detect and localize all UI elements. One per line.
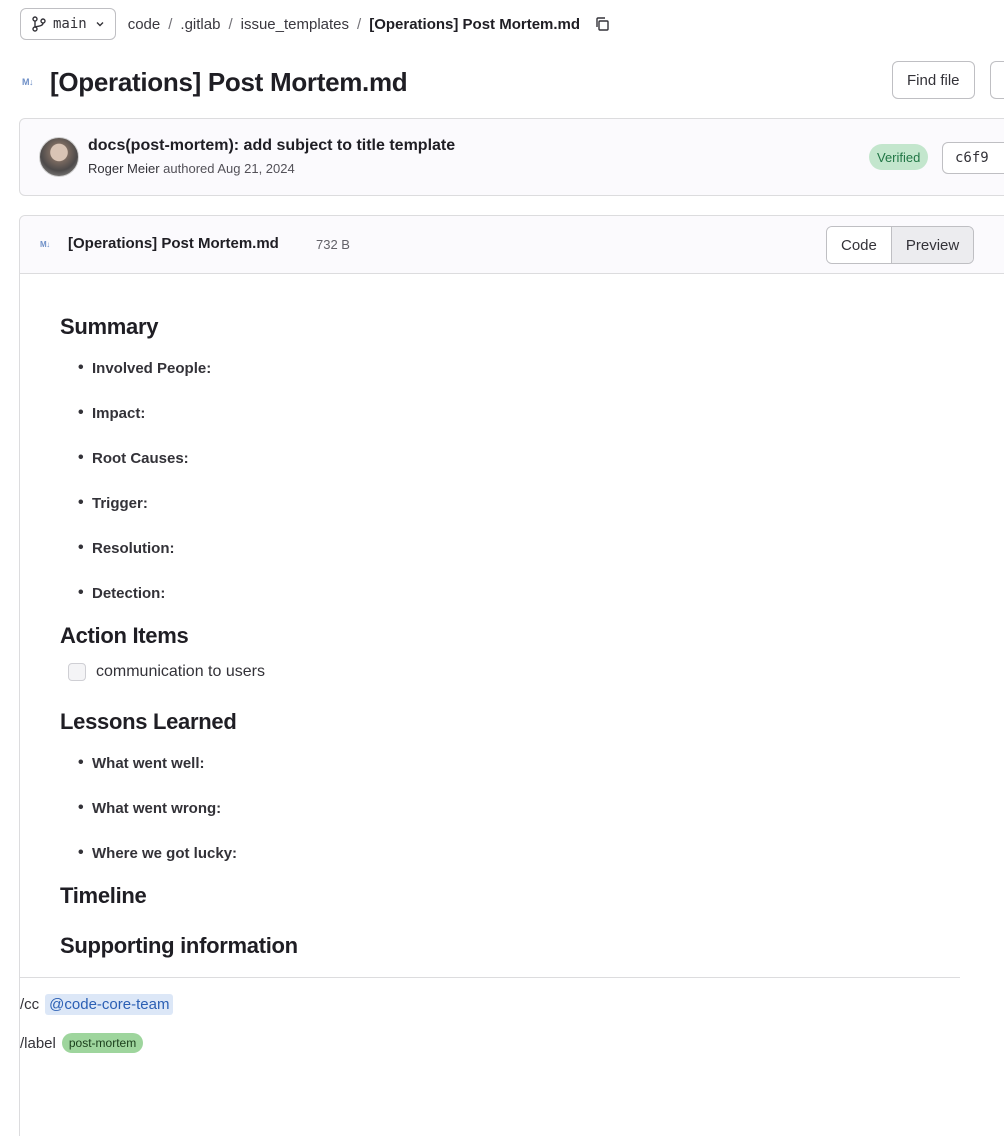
copy-icon[interactable]	[594, 16, 610, 32]
list-item: What went wrong:	[60, 799, 1004, 845]
heading-action-items: Action Items	[60, 623, 189, 648]
file-name: [Operations] Post Mortem.md	[68, 235, 279, 252]
markdown-icon: M↓	[22, 77, 34, 87]
breadcrumb-bar: main code / .gitlab / issue_templates / …	[20, 8, 610, 40]
label-command: /label post-mortem	[20, 1033, 1004, 1053]
breadcrumb-link-gitlab[interactable]: .gitlab	[180, 16, 220, 33]
avatar[interactable]	[39, 137, 79, 177]
chevron-down-icon	[95, 19, 105, 29]
heading-lessons-learned: Lessons Learned	[60, 709, 237, 734]
markdown-preview: Summary Involved People: Impact: Root Ca…	[20, 314, 1004, 1053]
list-item: Impact:	[60, 404, 1004, 450]
commit-author-link[interactable]: Roger Meier	[88, 161, 160, 176]
breadcrumb-separator: /	[357, 15, 362, 33]
breadcrumb-separator: /	[168, 15, 173, 33]
file-size: 732 B	[316, 237, 350, 252]
heading-supporting-information: Supporting information	[60, 933, 298, 958]
branch-name: main	[53, 16, 87, 32]
find-file-button[interactable]: Find file	[892, 61, 975, 99]
code-view-button[interactable]: Code	[827, 227, 891, 263]
last-commit-panel: docs(post-mortem): add subject to title …	[19, 118, 1004, 196]
list-item: Detection:	[60, 584, 1004, 623]
markdown-icon: M↓	[40, 240, 50, 249]
summary-list: Involved People: Impact: Root Causes: Tr…	[60, 359, 1004, 623]
page-title: [Operations] Post Mortem.md	[50, 66, 408, 97]
cc-command: /cc @code-core-team	[20, 994, 1004, 1015]
commit-authored-date: authored Aug 21, 2024	[163, 161, 295, 176]
file-viewer: M↓ [Operations] Post Mortem.md 732 B Cod…	[19, 215, 1004, 1136]
team-mention-link[interactable]: @code-core-team	[45, 994, 174, 1015]
breadcrumb-link-issue-templates[interactable]: issue_templates	[241, 16, 349, 33]
task-label: communication to users	[96, 663, 265, 680]
heading-timeline: Timeline	[60, 883, 147, 908]
breadcrumb-current-file: [Operations] Post Mortem.md	[369, 15, 581, 33]
breadcrumb-link-code[interactable]: code	[128, 16, 161, 33]
file-viewer-header: M↓ [Operations] Post Mortem.md 732 B Cod…	[20, 216, 1004, 274]
list-item: Root Causes:	[60, 449, 1004, 495]
task-checkbox[interactable]	[68, 663, 86, 681]
more-actions-button[interactable]	[990, 61, 1004, 99]
list-item: What went well:	[60, 754, 1004, 800]
commit-sha-button[interactable]: c6f9	[942, 142, 1004, 174]
breadcrumb: code / .gitlab / issue_templates / [Oper…	[128, 16, 610, 33]
label-command-label: /label	[20, 1034, 56, 1052]
divider	[20, 977, 960, 978]
task-item: communication to users	[60, 663, 1004, 681]
lessons-list: What went well: What went wrong: Where w…	[60, 754, 1004, 883]
view-mode-toggle: Code Preview	[826, 226, 975, 264]
cc-command-label: /cc	[20, 996, 40, 1013]
list-item: Resolution:	[60, 539, 1004, 585]
list-item: Where we got lucky:	[60, 844, 1004, 883]
branch-icon	[31, 16, 47, 32]
list-item: Involved People:	[60, 359, 1004, 405]
heading-summary: Summary	[60, 314, 159, 339]
verified-badge[interactable]: Verified	[869, 144, 929, 170]
label-badge[interactable]: post-mortem	[61, 1033, 144, 1053]
breadcrumb-separator: /	[228, 15, 233, 33]
commit-meta: Roger Meier authored Aug 21, 2024	[88, 161, 295, 176]
list-item: Trigger:	[60, 494, 1004, 540]
file-title-row: M↓ [Operations] Post Mortem.md	[22, 62, 1004, 102]
branch-selector-button[interactable]: main	[20, 8, 116, 40]
preview-view-button[interactable]: Preview	[890, 227, 974, 263]
commit-message-link[interactable]: docs(post-mortem): add subject to title …	[88, 137, 455, 155]
